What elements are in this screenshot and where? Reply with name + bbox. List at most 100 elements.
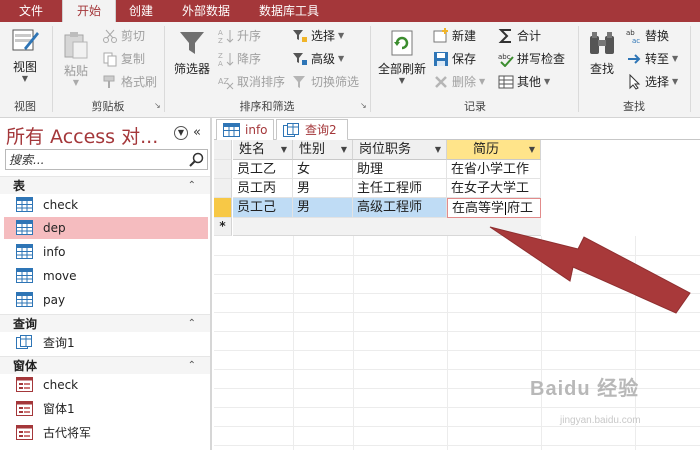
nav-section-forms[interactable]: 窗体 ⌃ — [0, 356, 210, 374]
nav-item-table-check[interactable]: check — [4, 194, 208, 216]
nav-pane-title[interactable]: 所有 Access 对... — [6, 122, 158, 149]
tab-database-tools[interactable]: 数据库工具 — [246, 0, 332, 22]
chevron-down-icon: ▼ — [398, 76, 406, 85]
search-icon[interactable] — [189, 152, 204, 167]
nav-search-input[interactable] — [6, 150, 176, 169]
delete-record-button[interactable]: 删除 ▼ — [433, 72, 485, 92]
ribbon-tab-bar: 文件 开始 创建 外部数据 数据库工具 — [0, 0, 700, 23]
sort-filter-launcher-icon[interactable]: ↘ — [360, 101, 369, 110]
cell-text: 在高等学 府工 — [452, 201, 534, 216]
nav-item-table-dep[interactable]: dep — [4, 217, 208, 239]
cell-gender[interactable]: 男 — [293, 179, 353, 198]
row-selector[interactable] — [214, 160, 232, 179]
cell-position[interactable]: 主任工程师 — [353, 179, 447, 198]
form-icon — [16, 401, 33, 416]
table-icon — [16, 292, 33, 307]
tab-create[interactable]: 创建 — [116, 0, 166, 22]
selection-filter-button[interactable]: 选择 ▼ — [292, 26, 344, 46]
nav-item-label: info — [43, 245, 66, 259]
group-label-find: 查找 — [623, 100, 645, 113]
cell-name[interactable]: 员工乙 — [233, 160, 293, 179]
tab-home[interactable]: 开始 — [62, 0, 116, 23]
filter-button[interactable]: 筛选器 — [170, 28, 214, 77]
find-button[interactable]: 查找 — [584, 30, 620, 77]
new-record-button[interactable]: 新建 — [433, 26, 476, 46]
paste-button[interactable]: 粘贴 ▼ — [58, 30, 94, 87]
save-record-label: 保存 — [452, 52, 477, 66]
format-painter-button[interactable]: 格式刷 — [102, 72, 157, 92]
nav-section-queries[interactable]: 查询 ⌃ — [0, 314, 210, 332]
watermark-logo: Baidu 经验 — [530, 378, 640, 400]
cell-position[interactable]: 助理 — [353, 160, 447, 179]
sort-descending-button[interactable]: ZA 降序 — [218, 49, 261, 69]
nav-item-form-1[interactable]: 窗体1 — [4, 398, 208, 420]
row-selector-current[interactable] — [214, 198, 232, 218]
cell-resume[interactable]: 在女子大学工 — [447, 179, 541, 198]
doc-tab-label: 查询2 — [305, 123, 337, 137]
advanced-filter-button[interactable]: 高级 ▼ — [292, 49, 344, 69]
collapse-pane-icon[interactable]: « — [193, 125, 201, 140]
doc-tab-info[interactable]: info — [216, 119, 274, 140]
doc-tab-query-2[interactable]: 查询2 — [276, 119, 348, 141]
row-selector[interactable] — [214, 179, 232, 198]
refresh-all-button[interactable]: 全部刷新 ▼ — [374, 28, 430, 85]
cell-name[interactable]: 员工己 — [233, 198, 293, 218]
goto-button[interactable]: 转至 ▼ — [626, 49, 678, 69]
collapse-section-icon[interactable]: ⌃ — [188, 357, 196, 375]
cell-position[interactable]: 高级工程师 — [353, 198, 447, 218]
new-record-label: 新建 — [452, 29, 477, 43]
table-icon — [16, 197, 33, 212]
chevron-down-icon[interactable]: ▼ — [435, 140, 441, 160]
select-button[interactable]: 选择 ▼ — [626, 72, 678, 92]
copy-button[interactable]: 复制 — [102, 49, 145, 69]
more-button[interactable]: 其他 ▼ — [498, 72, 550, 92]
tab-external-data[interactable]: 外部数据 — [166, 0, 246, 22]
chevron-down-icon[interactable]: ▼ — [529, 140, 535, 160]
sigma-icon — [498, 29, 511, 43]
cell-name[interactable]: 员工丙 — [233, 179, 293, 198]
navigation-pane: 所有 Access 对... ▼ « 表 ⌃ check dep info mo… — [0, 118, 212, 450]
remove-sort-button[interactable]: AZ 取消排序 — [218, 72, 285, 92]
column-header-name[interactable]: 姓名 ▼ — [233, 140, 293, 160]
svg-text:AZ: AZ — [218, 77, 229, 86]
cell-resume[interactable]: 在省小学工作 — [447, 160, 541, 179]
cut-button[interactable]: 剪切 — [102, 26, 145, 46]
paste-label: 粘贴 — [63, 64, 88, 78]
select-all-corner[interactable] — [214, 140, 232, 160]
copy-label: 复制 — [121, 52, 146, 66]
chevron-down-icon[interactable]: ▼ — [281, 140, 287, 160]
column-header-gender[interactable]: 性别 ▼ — [293, 140, 353, 160]
tab-file[interactable]: 文件 — [0, 0, 62, 22]
totals-button[interactable]: 合计 — [498, 26, 541, 46]
binoculars-icon — [590, 32, 614, 54]
collapse-section-icon[interactable]: ⌃ — [188, 177, 196, 195]
collapse-section-icon[interactable]: ⌃ — [188, 315, 196, 333]
new-record-marker[interactable]: * — [214, 218, 232, 236]
cell-gender[interactable]: 女 — [293, 160, 353, 179]
nav-item-table-info[interactable]: info — [4, 241, 208, 263]
more-grid-icon — [498, 75, 514, 89]
sort-ascending-button[interactable]: AZ 升序 — [218, 26, 261, 46]
toggle-filter-button[interactable]: 切换筛选 — [292, 72, 359, 92]
save-record-button[interactable]: 保存 — [433, 49, 476, 69]
nav-item-table-move[interactable]: move — [4, 265, 208, 287]
spelling-button[interactable]: abc 拼写检查 — [498, 49, 565, 69]
column-header-position[interactable]: 岗位职务 ▼ — [353, 140, 447, 160]
replace-button[interactable]: ab ac 替换 — [626, 26, 669, 46]
chevron-down-icon: ▼ — [479, 77, 486, 86]
nav-item-form-ancient-general[interactable]: 古代将军 — [4, 422, 208, 444]
spelling-check-icon: abc — [498, 53, 514, 67]
access-window: 文件 开始 创建 外部数据 数据库工具 视图 ▼ 视图 粘贴 ▼ 剪切 复制 格… — [0, 0, 700, 450]
clipboard-launcher-icon[interactable]: ↘ — [154, 101, 163, 110]
chevron-down-icon: ▼ — [72, 78, 80, 87]
nav-item-form-check[interactable]: check — [4, 374, 208, 396]
nav-section-tables[interactable]: 表 ⌃ — [0, 176, 210, 194]
column-header-resume[interactable]: 简历 ▼ — [447, 140, 541, 160]
chevron-down-icon[interactable]: ▼ — [341, 140, 347, 160]
nav-item-query-1[interactable]: 查询1 — [4, 332, 208, 354]
cell-gender[interactable]: 男 — [293, 198, 353, 218]
nav-item-table-pay[interactable]: pay — [4, 289, 208, 311]
format-painter-label: 格式刷 — [121, 75, 158, 89]
nav-menu-chevron-icon[interactable]: ▼ — [174, 126, 188, 140]
view-button[interactable]: 视图 ▼ — [6, 26, 44, 83]
